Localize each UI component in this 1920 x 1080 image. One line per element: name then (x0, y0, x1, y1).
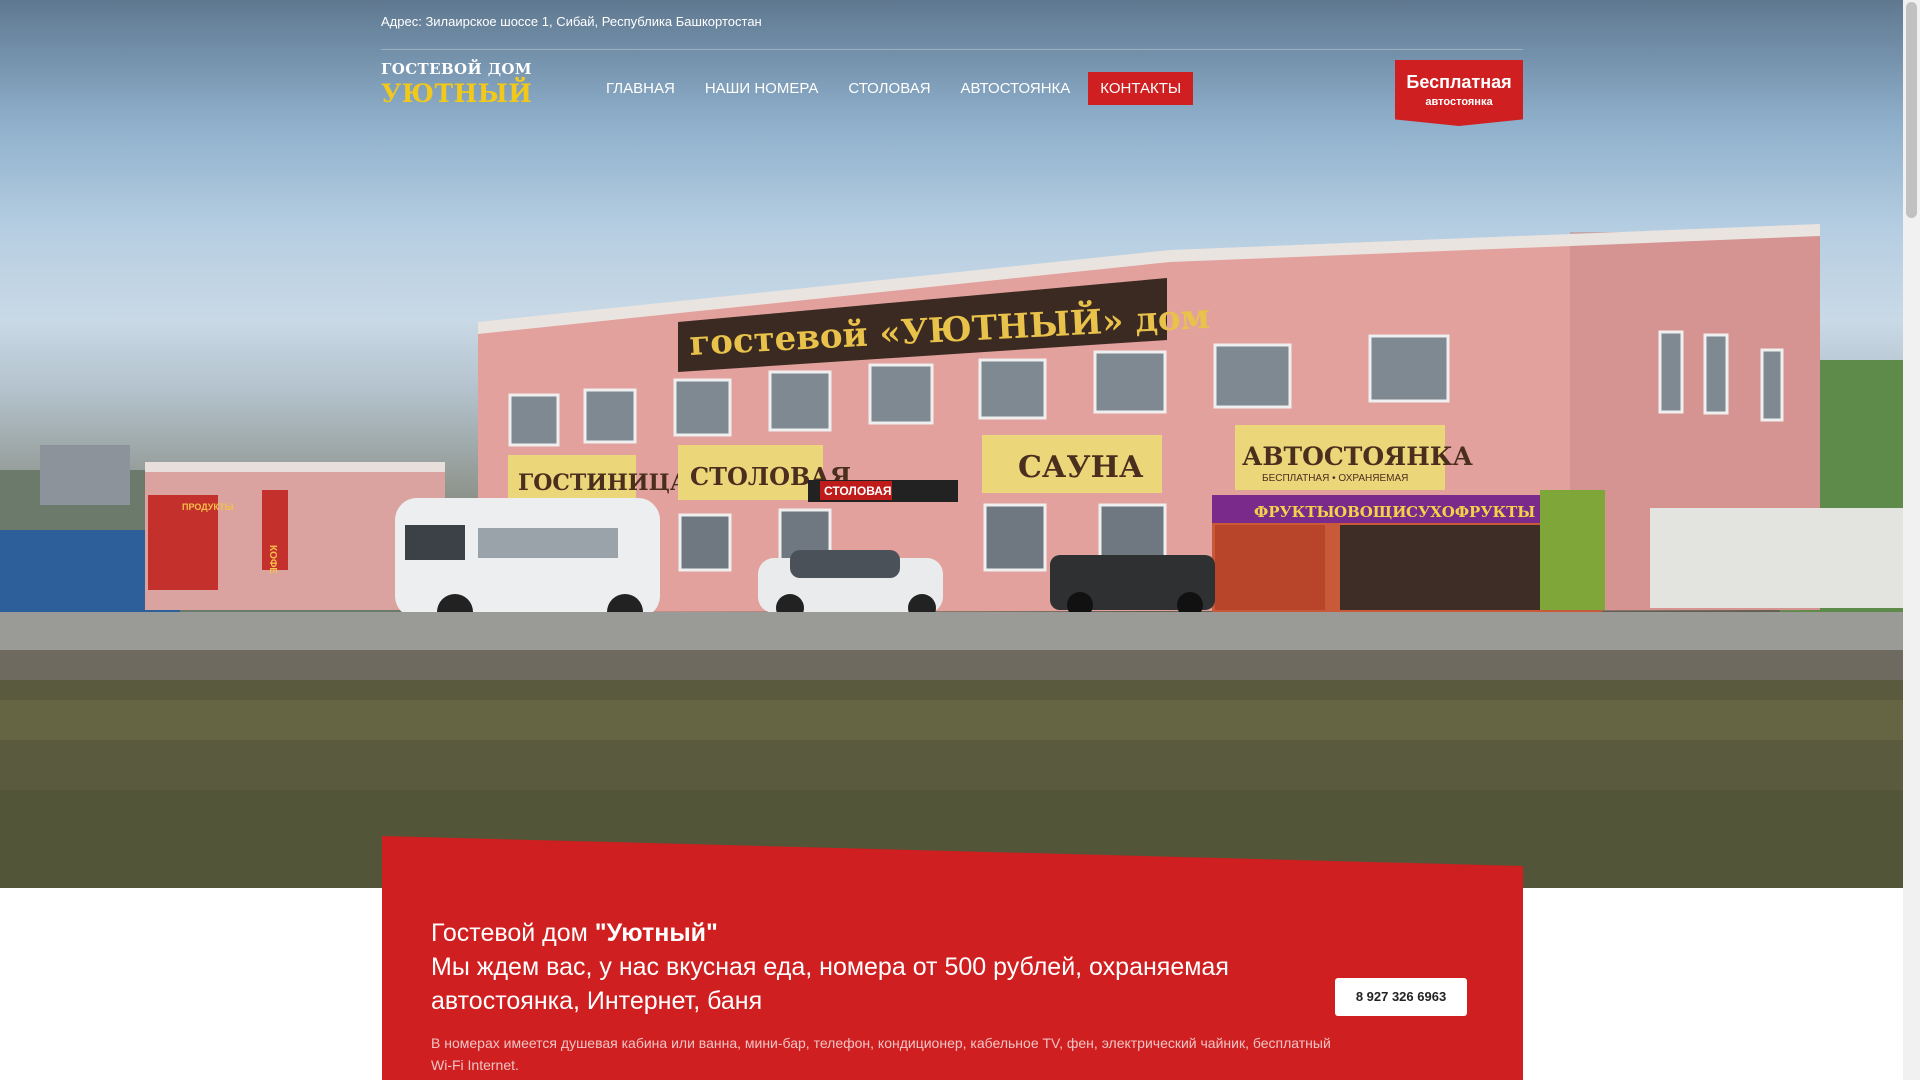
header-divider (381, 49, 1523, 50)
badge-subtitle: автостоянка (1425, 96, 1493, 108)
main-nav: ГЛАВНАЯ НАШИ НОМЕРА СТОЛОВАЯ АВТОСТОЯНКА… (594, 72, 1199, 105)
sign-products: ПРОДУКТЫ (182, 502, 234, 512)
phone-button[interactable]: 8 927 326 6963 (1335, 978, 1467, 1016)
sign-parking: АВТОСТОЯНКА (1242, 442, 1474, 471)
sign-hotel: ГОСТИНИЦА (518, 470, 688, 496)
badge-title: Бесплатная (1406, 72, 1512, 92)
logo-small-text: ГОСТЕВОЙ ДОМ (381, 60, 532, 78)
sign-dried: СУХОФРУКТЫ (1406, 503, 1535, 521)
scrollbar-thumb[interactable] (1906, 2, 1917, 218)
sign-vegetables: ОВОЩИ (1334, 503, 1406, 521)
hero-section: гостевой «УЮТНЫЙ» дом ГОСТИНИЦА СТОЛОВАЯ… (0, 0, 1903, 888)
address-text: Адрес: Зилаирское шоссе 1, Сибай, Респуб… (381, 14, 762, 29)
nav-item-canteen[interactable]: СТОЛОВАЯ (836, 72, 942, 105)
intro-title-name: "Уютный" (594, 919, 718, 947)
intro-title-prefix: Гостевой дом (431, 919, 595, 947)
sign-fruits: ФРУКТЫ (1254, 503, 1335, 521)
nav-item-parking[interactable]: АВТОСТОЯНКА (949, 72, 1083, 105)
intro-description: В номерах имеется душевая кабина или ван… (431, 1035, 1331, 1073)
free-parking-badge: Бесплатная автостоянка (1395, 60, 1523, 126)
sign-coffee: КОФЕ (267, 545, 278, 574)
sign-parking-sub: БЕСПЛАТНАЯ • ОХРАНЯЕМАЯ (1262, 473, 1408, 484)
hero-photo: гостевой «УЮТНЫЙ» дом ГОСТИНИЦА СТОЛОВАЯ… (0, 224, 1903, 888)
page-scrollbar[interactable] (1903, 0, 1920, 1080)
nav-item-home[interactable]: ГЛАВНАЯ (594, 72, 687, 105)
nav-item-rooms[interactable]: НАШИ НОМЕРА (693, 72, 831, 105)
sign-canteen-small: СТОЛОВАЯ (824, 484, 892, 498)
intro-heading: Гостевой дом "Уютный" Мы ждем вас, у нас… (431, 916, 1321, 1018)
nav-item-contacts[interactable]: КОНТАКТЫ (1088, 72, 1194, 105)
sign-sauna: САУНА (1018, 450, 1144, 485)
intro-subtitle: Мы ждем вас, у нас вкусная еда, номера о… (431, 953, 1229, 1015)
logo-big-text: УЮТНЫЙ (381, 79, 533, 108)
page: гостевой «УЮТНЫЙ» дом ГОСТИНИЦА СТОЛОВАЯ… (0, 0, 1920, 1080)
site-logo[interactable]: ГОСТЕВОЙ ДОМ УЮТНЫЙ (381, 60, 532, 108)
